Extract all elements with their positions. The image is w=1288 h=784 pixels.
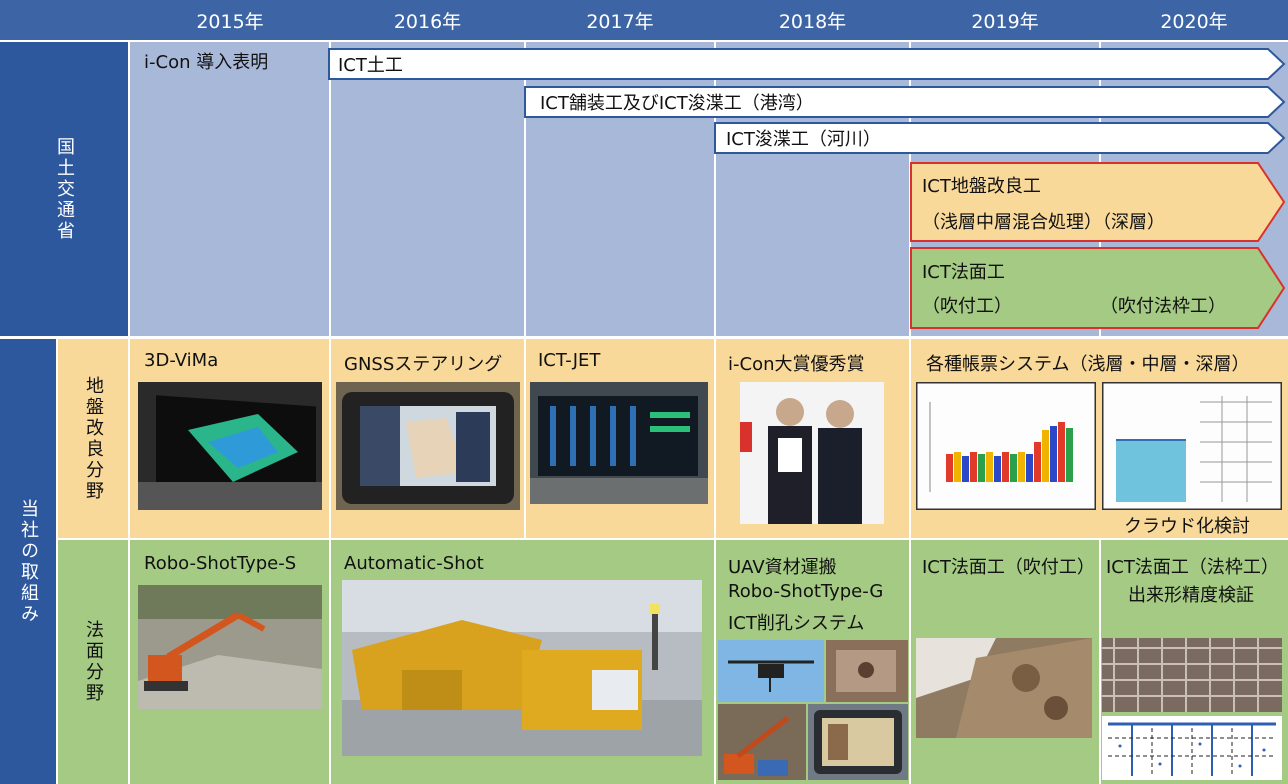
item-roboshot-g: Robo-ShotType-G (728, 581, 884, 602)
item-slope-2019: ICT法面工（吹付工） (922, 557, 1095, 578)
photo-uav (718, 640, 824, 702)
photo-drilling-machine (718, 704, 806, 780)
photo-ict-jet (530, 382, 708, 504)
photo-report-charts (916, 382, 1096, 510)
item-automatic-shot: Automatic-Shot (344, 553, 484, 574)
year-2016: 2016年 (330, 0, 525, 40)
ground-improvement-title: ICT地盤改良工 (922, 176, 1041, 197)
year-2020: 2020年 (1100, 0, 1288, 40)
photo-grid-frame (1102, 638, 1282, 712)
year-2017: 2017年 (525, 0, 715, 40)
year-2015: 2015年 (130, 0, 330, 40)
cloud-study: クラウド化検討 (1124, 516, 1250, 537)
item-slope-2020-title: ICT法面工（法枠工） (1106, 557, 1279, 578)
mlit-label: 国土交通省 (0, 42, 128, 336)
item-3d-vima: 3D-ViMa (144, 350, 219, 371)
photo-rock (826, 640, 908, 702)
photo-report-tables (1102, 382, 1282, 510)
arrow-ict-dredging-river-label: ICT浚渫工（河川） (726, 129, 881, 150)
mlit-cell-2016 (331, 42, 524, 336)
photo-automatic-shot (342, 580, 702, 756)
arrow-ict-paving-label: ICT舗装工及びICT浚渫工（港湾） (540, 93, 814, 114)
slope-label: 法面分野 (58, 540, 128, 784)
mlit-cell-2015 (130, 42, 329, 336)
item-roboshot-s: Robo-ShotType-S (144, 553, 297, 574)
item-gnss: GNSSステアリング (344, 354, 503, 375)
photo-gnss-tablet (336, 382, 520, 510)
item-uav-transport: UAV資材運搬 (728, 557, 837, 578)
photo-award (740, 382, 884, 524)
ict-slope-spray: （吹付工） (922, 296, 1012, 317)
ground-label: 地盤改良分野 (58, 339, 128, 538)
item-icon-award: i-Con大賞優秀賞 (728, 354, 865, 375)
year-2019: 2019年 (910, 0, 1100, 40)
arrow-ict-earthwork (328, 48, 1286, 80)
arrow-ict-earthwork-label: ICT土工 (338, 55, 403, 76)
ground-improvement-subtitle: （浅層中層混合処理）（深層） (922, 212, 1165, 233)
item-ict-jet: ICT-JET (538, 350, 601, 371)
icon-declaration: i-Con 導入表明 (144, 52, 269, 73)
item-slope-2020-sub: 出来形精度検証 (1128, 585, 1254, 606)
ict-slope-frame: （吹付法枠工） (1100, 296, 1226, 317)
item-report-system: 各種帳票システム（浅層・中層・深層） (926, 354, 1250, 375)
item-ict-drilling: ICT削孔システム (728, 613, 865, 634)
photo-excavator (138, 585, 322, 709)
photo-drilling-monitor (808, 704, 908, 780)
company-label: 当社の取組み (0, 339, 56, 784)
photo-3d-vima (138, 382, 322, 510)
photo-slope-spray (916, 638, 1092, 738)
year-2018: 2018年 (715, 0, 910, 40)
photo-accuracy-chart (1102, 716, 1282, 780)
ict-slope-title: ICT法面工 (922, 262, 1005, 283)
